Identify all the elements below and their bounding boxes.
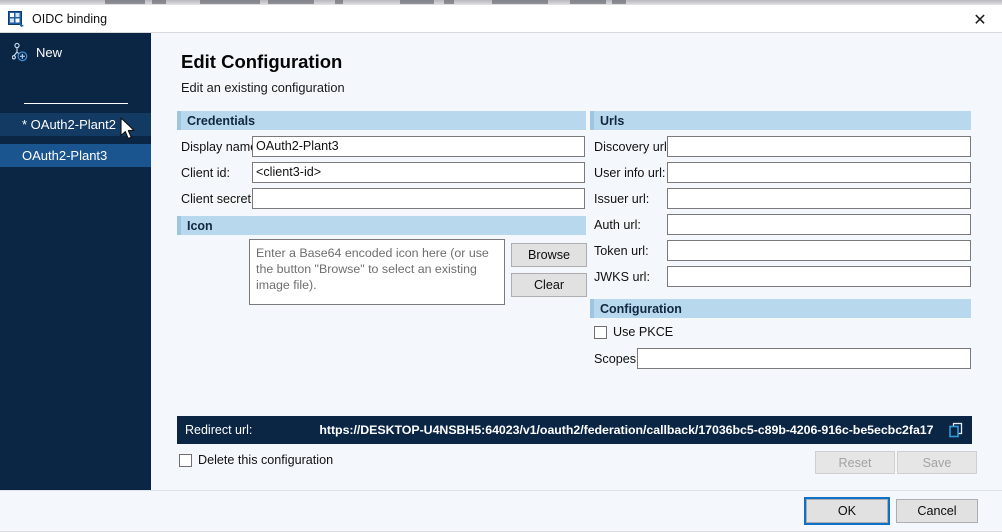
clear-button[interactable]: Clear bbox=[511, 273, 587, 297]
scopes-label: Scopes: bbox=[594, 352, 640, 366]
redirect-url-value: https://DESKTOP-U4NSBH5:64023/v1/oauth2/… bbox=[319, 423, 934, 437]
section-title: Urls bbox=[600, 113, 625, 128]
issuer-url-label: Issuer url: bbox=[594, 192, 650, 206]
ok-button[interactable]: OK bbox=[804, 497, 890, 525]
sidebar-new-label: New bbox=[36, 44, 63, 60]
section-title: Icon bbox=[187, 218, 213, 233]
token-url-label: Token url: bbox=[594, 244, 649, 258]
sidebar-item-oauth2-plant3[interactable]: OAuth2-Plant3 bbox=[0, 144, 151, 167]
section-title: Credentials bbox=[187, 113, 256, 128]
discovery-url-input[interactable] bbox=[667, 136, 971, 157]
configuration-list-sidebar: New * OAuth2-Plant2 OAuth2-Plant3 bbox=[0, 33, 151, 490]
sidebar-divider bbox=[24, 103, 128, 104]
discovery-url-label: Discovery url: bbox=[594, 140, 671, 154]
use-pkce-label: Use PKCE bbox=[613, 325, 674, 339]
sidebar-item-label: OAuth2-Plant3 bbox=[22, 148, 108, 163]
cancel-button[interactable]: Cancel bbox=[896, 499, 978, 523]
redirect-url-bar: Redirect url: https://DESKTOP-U4NSBH5:64… bbox=[177, 416, 972, 444]
auth-url-label: Auth url: bbox=[594, 218, 641, 232]
page-subtitle: Edit an existing configuration bbox=[181, 80, 345, 95]
jwks-url-label: JWKS url: bbox=[594, 270, 650, 284]
use-pkce-checkbox[interactable]: Use PKCE bbox=[594, 325, 673, 339]
jwks-url-input[interactable] bbox=[667, 266, 971, 287]
window-title-bar: OIDC binding ✕ bbox=[0, 5, 1002, 33]
page-title: Edit Configuration bbox=[181, 51, 343, 72]
display-name-label: Display name: bbox=[181, 140, 261, 154]
section-header-icon: Icon bbox=[177, 216, 586, 235]
window-title: OIDC binding bbox=[32, 12, 108, 26]
close-icon[interactable]: ✕ bbox=[958, 5, 1002, 33]
client-id-input[interactable]: <client3-id> bbox=[252, 162, 585, 183]
sidebar-item-new[interactable]: New bbox=[0, 38, 151, 66]
copy-icon[interactable] bbox=[948, 422, 964, 438]
save-button[interactable]: Save bbox=[897, 451, 977, 474]
client-id-label: Client id: bbox=[181, 166, 230, 180]
client-secret-input[interactable] bbox=[252, 188, 585, 209]
issuer-url-input[interactable] bbox=[667, 188, 971, 209]
browse-button[interactable]: Browse bbox=[511, 243, 587, 267]
redirect-url-label: Redirect url: bbox=[185, 423, 253, 437]
dialog-body: New * OAuth2-Plant2 OAuth2-Plant3 Edit C… bbox=[0, 33, 1002, 532]
token-url-input[interactable] bbox=[667, 240, 971, 261]
client-secret-label: Client secret: bbox=[181, 192, 255, 206]
reset-button[interactable]: Reset bbox=[815, 451, 895, 474]
main-panel: Edit Configuration Edit an existing conf… bbox=[151, 33, 1002, 532]
icon-base64-textarea[interactable]: Enter a Base64 encoded icon here (or use… bbox=[249, 239, 505, 305]
dialog-footer: OK Cancel bbox=[0, 491, 1002, 532]
section-header-urls: Urls bbox=[590, 111, 971, 130]
section-header-configuration: Configuration bbox=[590, 299, 971, 318]
mouse-cursor-pointer bbox=[120, 117, 137, 142]
delete-configuration-checkbox[interactable]: Delete this configuration bbox=[179, 453, 333, 467]
checkbox-box bbox=[594, 325, 607, 339]
display-name-input[interactable]: OAuth2-Plant3 bbox=[252, 136, 585, 157]
scopes-input[interactable] bbox=[637, 348, 971, 369]
checkbox-box bbox=[179, 453, 192, 467]
new-node-icon bbox=[11, 42, 34, 62]
section-header-credentials: Credentials bbox=[177, 111, 586, 130]
oidc-binding-icon bbox=[8, 11, 25, 28]
section-title: Configuration bbox=[600, 301, 682, 316]
user-info-url-input[interactable] bbox=[667, 162, 971, 183]
auth-url-input[interactable] bbox=[667, 214, 971, 235]
sidebar-item-label: * OAuth2-Plant2 bbox=[22, 117, 116, 132]
delete-configuration-label: Delete this configuration bbox=[198, 453, 334, 467]
user-info-url-label: User info url: bbox=[594, 166, 666, 180]
